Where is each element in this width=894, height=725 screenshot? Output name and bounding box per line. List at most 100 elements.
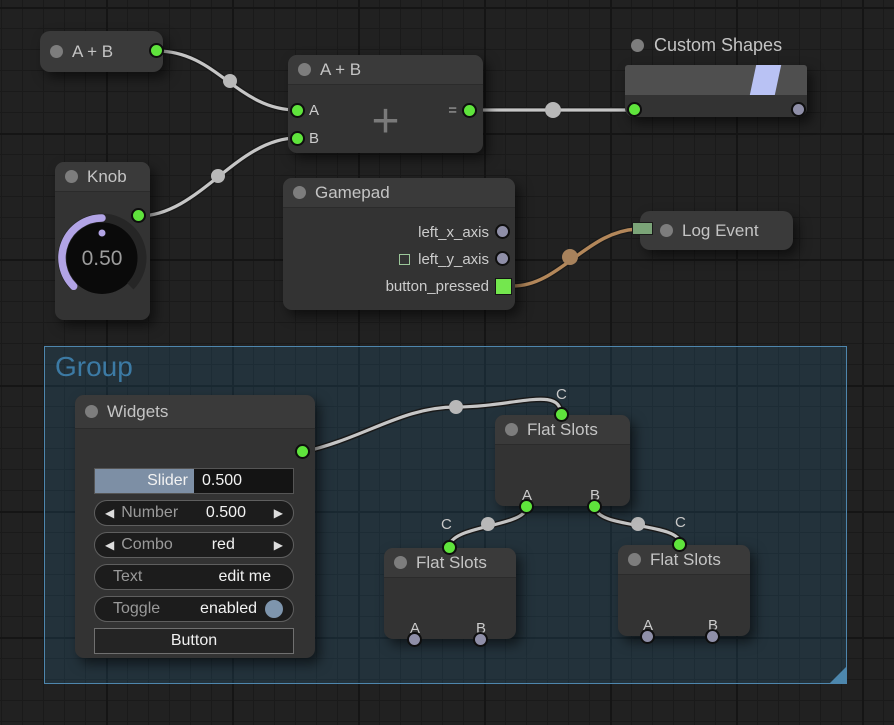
link-dot bbox=[223, 74, 237, 88]
output-slot-b[interactable] bbox=[473, 632, 488, 647]
node-title-dot[interactable] bbox=[394, 556, 407, 569]
node-title-label: A + B bbox=[320, 60, 361, 80]
node-customshapes[interactable] bbox=[625, 65, 807, 117]
node-widgets[interactable]: Widgets Slider 0.500 ◀ Number 0.500 ▶ ◀ … bbox=[75, 395, 315, 658]
node-flatslots-top[interactable]: Flat Slots A B bbox=[495, 415, 630, 506]
slider-value: 0.500 bbox=[194, 469, 242, 493]
button-widget[interactable]: Button bbox=[94, 628, 294, 654]
input-slot[interactable] bbox=[627, 102, 642, 117]
node-title-dot[interactable] bbox=[505, 423, 518, 436]
input-slot-c[interactable] bbox=[554, 407, 569, 422]
output-slot[interactable] bbox=[462, 103, 477, 118]
node-title-label: Custom Shapes bbox=[654, 35, 782, 56]
toggle-widget[interactable]: Toggle enabled bbox=[94, 596, 294, 622]
knob-value: 0.50 bbox=[82, 247, 123, 270]
node-title-label: Flat Slots bbox=[416, 553, 487, 573]
decrement-arrow-icon[interactable]: ◀ bbox=[105, 506, 114, 520]
input-slot-a[interactable] bbox=[290, 103, 305, 118]
plus-icon: + bbox=[288, 89, 483, 153]
square-marker-icon bbox=[399, 254, 410, 265]
node-title-dot[interactable] bbox=[65, 170, 78, 183]
slot-label-c: C bbox=[441, 516, 452, 533]
link-dot bbox=[481, 517, 495, 531]
toggle-knob[interactable] bbox=[265, 600, 283, 618]
node-title-label: Gamepad bbox=[315, 183, 390, 203]
input-slot-b[interactable] bbox=[290, 131, 305, 146]
number-value: 0.500 bbox=[178, 504, 274, 522]
node-logevent[interactable]: Log Event bbox=[640, 211, 793, 250]
output-slot[interactable] bbox=[295, 444, 310, 459]
node-title-dot[interactable] bbox=[628, 553, 641, 566]
node-title-bar[interactable]: A + B bbox=[288, 55, 483, 85]
node-title-dot[interactable] bbox=[293, 186, 306, 199]
node-add-collapsed[interactable]: A + B bbox=[40, 31, 163, 72]
output-slot[interactable] bbox=[791, 102, 806, 117]
node-title-bar[interactable]: Widgets bbox=[75, 395, 315, 429]
node-gamepad[interactable]: Gamepad left_x_axis left_y_axis button_p… bbox=[283, 178, 515, 310]
node-knob[interactable]: Knob 0.50 bbox=[55, 162, 150, 320]
output-slot-a[interactable] bbox=[519, 499, 534, 514]
node-title-dot[interactable] bbox=[85, 405, 98, 418]
node-customshapes-title[interactable]: Custom Shapes bbox=[631, 35, 782, 56]
node-add[interactable]: A + B A B + = bbox=[288, 55, 483, 153]
node-title-bar[interactable]: Gamepad bbox=[283, 178, 515, 208]
output-slot-buttonpressed-event[interactable] bbox=[495, 278, 512, 295]
combo-widget[interactable]: ◀ Combo red ▶ bbox=[94, 532, 294, 558]
output-slot-leftxaxis[interactable] bbox=[495, 224, 510, 239]
input-slot-event[interactable] bbox=[632, 222, 653, 235]
link-dot-event bbox=[562, 249, 578, 265]
slider-label: Slider bbox=[147, 472, 188, 490]
combo-label: Combo bbox=[121, 536, 173, 554]
node-title-label: Flat Slots bbox=[650, 550, 721, 570]
node-title-dot[interactable] bbox=[631, 39, 644, 52]
button-label: Button bbox=[171, 632, 217, 650]
toggle-value: enabled bbox=[160, 600, 265, 618]
link-dot bbox=[211, 169, 225, 183]
node-title-dot[interactable] bbox=[660, 224, 673, 237]
next-arrow-icon[interactable]: ▶ bbox=[274, 538, 283, 552]
output-row-buttonpressed: button_pressed bbox=[386, 278, 489, 294]
customshapes-bar bbox=[625, 65, 807, 95]
output-slot-a[interactable] bbox=[407, 632, 422, 647]
increment-arrow-icon[interactable]: ▶ bbox=[274, 506, 283, 520]
input-slot-c[interactable] bbox=[442, 540, 457, 555]
output-slot-b[interactable] bbox=[705, 629, 720, 644]
input-slot-c[interactable] bbox=[672, 537, 687, 552]
slot-label: button_pressed bbox=[386, 278, 489, 295]
link-dot bbox=[449, 400, 463, 414]
slot-label: left_x_axis bbox=[418, 224, 489, 241]
output-slot-leftyaxis[interactable] bbox=[495, 251, 510, 266]
output-slot[interactable] bbox=[131, 208, 146, 223]
prev-arrow-icon[interactable]: ◀ bbox=[105, 538, 114, 552]
node-title-bar[interactable]: Knob bbox=[55, 162, 150, 192]
node-title-label: Knob bbox=[87, 167, 127, 187]
node-title-label: Widgets bbox=[107, 402, 168, 422]
node-flatslots-right[interactable]: Flat Slots A B bbox=[618, 545, 750, 636]
link-dot bbox=[631, 517, 645, 531]
slot-label: left_y_axis bbox=[418, 251, 489, 268]
slider-widget[interactable]: Slider 0.500 bbox=[94, 468, 294, 494]
number-widget[interactable]: ◀ Number 0.500 ▶ bbox=[94, 500, 294, 526]
slot-label-c: C bbox=[556, 386, 567, 403]
output-slot[interactable] bbox=[149, 43, 164, 58]
knob-marker bbox=[99, 230, 106, 237]
node-title-dot[interactable] bbox=[50, 45, 63, 58]
link-dot bbox=[545, 102, 561, 118]
text-label: Text bbox=[113, 568, 142, 586]
output-row-leftxaxis: left_x_axis bbox=[418, 224, 489, 240]
text-widget[interactable]: Text edit me bbox=[94, 564, 294, 590]
node-flatslots-left[interactable]: Flat Slots A B bbox=[384, 548, 516, 639]
slider-fill[interactable]: Slider bbox=[95, 469, 194, 493]
combo-value: red bbox=[173, 536, 274, 554]
number-label: Number bbox=[121, 504, 178, 522]
output-slot-b[interactable] bbox=[587, 499, 602, 514]
toggle-label: Toggle bbox=[113, 600, 160, 618]
output-row-leftyaxis: left_y_axis bbox=[399, 251, 489, 267]
text-value: edit me bbox=[142, 568, 283, 586]
slot-label-equals: = bbox=[448, 102, 457, 119]
output-slot-a[interactable] bbox=[640, 629, 655, 644]
customshapes-parallelogram bbox=[749, 65, 781, 95]
graph-canvas[interactable]: Group bbox=[0, 0, 894, 725]
node-title-dot[interactable] bbox=[298, 63, 311, 76]
node-title-label: Log Event bbox=[682, 221, 759, 241]
